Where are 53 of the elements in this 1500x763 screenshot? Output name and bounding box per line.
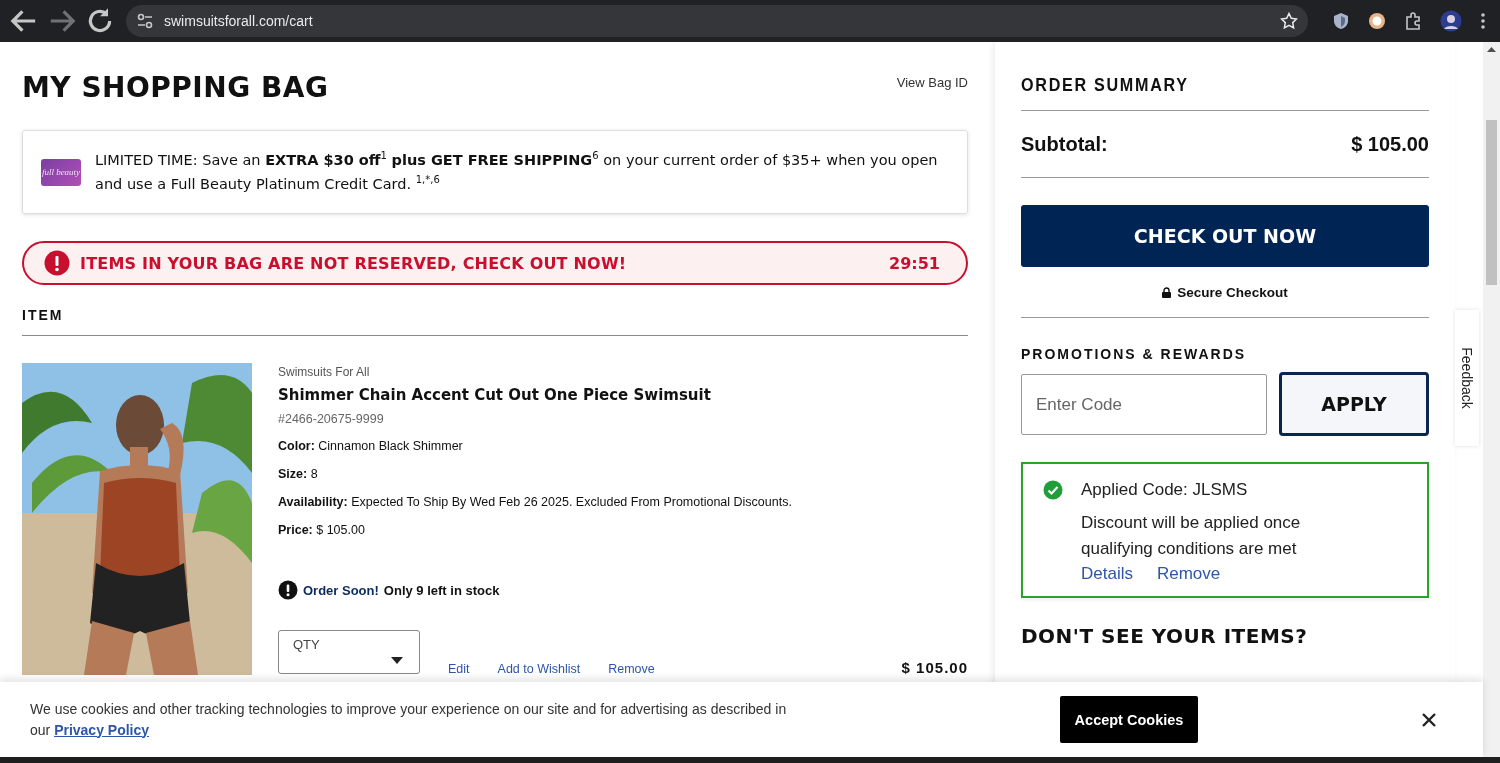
page-title: MY SHOPPING BAG <box>22 71 329 104</box>
address-bar[interactable]: swimsuitsforall.com/cart <box>126 5 1308 37</box>
cookie-notice: We use cookies and other tracking technologies to improve your experience on our site and for advertising as described in our Privacy Policy <box>30 699 788 740</box>
site-settings-icon[interactable] <box>136 12 154 30</box>
column-header: ITEM <box>22 307 968 336</box>
quantity-dropdown[interactable]: QTY <box>278 630 420 674</box>
product-brand: Swimsuits For All <box>278 365 370 379</box>
item-total: $ 105.00 <box>901 659 968 676</box>
scrollbar-thumb[interactable] <box>1486 120 1497 285</box>
product-name[interactable]: Shimmer Chain Accent Cut Out One Piece Swimsuit <box>278 386 711 404</box>
item-action-link[interactable]: Remove <box>608 662 655 676</box>
subtotal-label: Subtotal: <box>1021 132 1108 156</box>
secure-checkout-label: Secure Checkout <box>1177 284 1288 300</box>
section-title: ORDER SUMMARY <box>1021 73 1190 97</box>
checkout-button[interactable]: CHECK OUT NOW <box>1021 205 1429 267</box>
item-action-link[interactable]: Edit <box>448 662 470 676</box>
close-icon[interactable] <box>1422 712 1436 727</box>
extensions-icon[interactable] <box>1404 12 1422 30</box>
alert-message: ITEMS IN YOUR BAG ARE NOT RESERVED, CHECK OUT NOW! <box>80 253 628 273</box>
credit-card-logo: full beauty <box>41 158 81 186</box>
lock-icon <box>1162 286 1172 298</box>
product-sku: #2466-20675-9999 <box>278 412 384 426</box>
more-menu-icon[interactable] <box>1480 12 1486 30</box>
accept-cookies-button[interactable]: Accept Cookies <box>1060 696 1198 743</box>
feedback-tab[interactable]: Feedback <box>1459 347 1475 409</box>
promo-code-field[interactable]: Enter Code <box>1021 374 1267 435</box>
success-check-icon <box>1043 480 1063 500</box>
shield-icon[interactable] <box>1332 12 1350 30</box>
item-action-link[interactable]: Add to Wishlist <box>497 662 581 676</box>
product-detail: Availability: Expected To Ship By Wed Feb 26 2025. Excluded From Promotional Discounts. <box>278 494 792 510</box>
stock-notice: Only 9 left in stock <box>383 582 500 598</box>
section-title: PROMOTIONS & REWARDS <box>1021 346 1248 362</box>
promo-text: LIMITED TIME: Save an EXTRA $30 off$^{1}$ plus GET FREE SHIPPING$^{6}$ on your current order of $35+ when you open and use a Full Beauty Platinum Credit Card. $^{1,*,6}$ <box>95 149 939 194</box>
product-detail: Color: Cinnamon Black Shimmer <box>278 438 463 454</box>
profile-avatar-icon[interactable] <box>1440 10 1462 32</box>
subtotal-amount: $ 105.00 <box>1351 132 1429 156</box>
product-detail: Price: $ 105.00 <box>278 522 365 538</box>
alert-icon <box>278 580 298 600</box>
promo-link[interactable]: Details <box>1081 564 1133 584</box>
privacy-policy-link[interactable]: Privacy Policy <box>54 721 150 738</box>
extension-badge-icon[interactable] <box>1368 12 1386 30</box>
bookmark-star-icon[interactable] <box>1280 12 1298 30</box>
discount-message: Discount will be applied once qualifying conditions are met <box>1081 512 1302 560</box>
stock-urgency: Order Soon! <box>303 582 379 598</box>
alert-icon <box>44 250 70 276</box>
product-detail: Size: 8 <box>278 466 318 482</box>
view-bag-id-link[interactable]: View Bag ID <box>896 75 968 90</box>
apply-button[interactable]: APPLY <box>1279 372 1429 436</box>
section-title: DON'T SEE YOUR ITEMS? <box>1021 624 1309 648</box>
promo-link[interactable]: Remove <box>1156 564 1221 584</box>
applied-code: Applied Code: JLSMS <box>1081 480 1249 500</box>
caret-icon <box>391 657 403 664</box>
countdown-timer: 29:51 <box>889 253 940 273</box>
